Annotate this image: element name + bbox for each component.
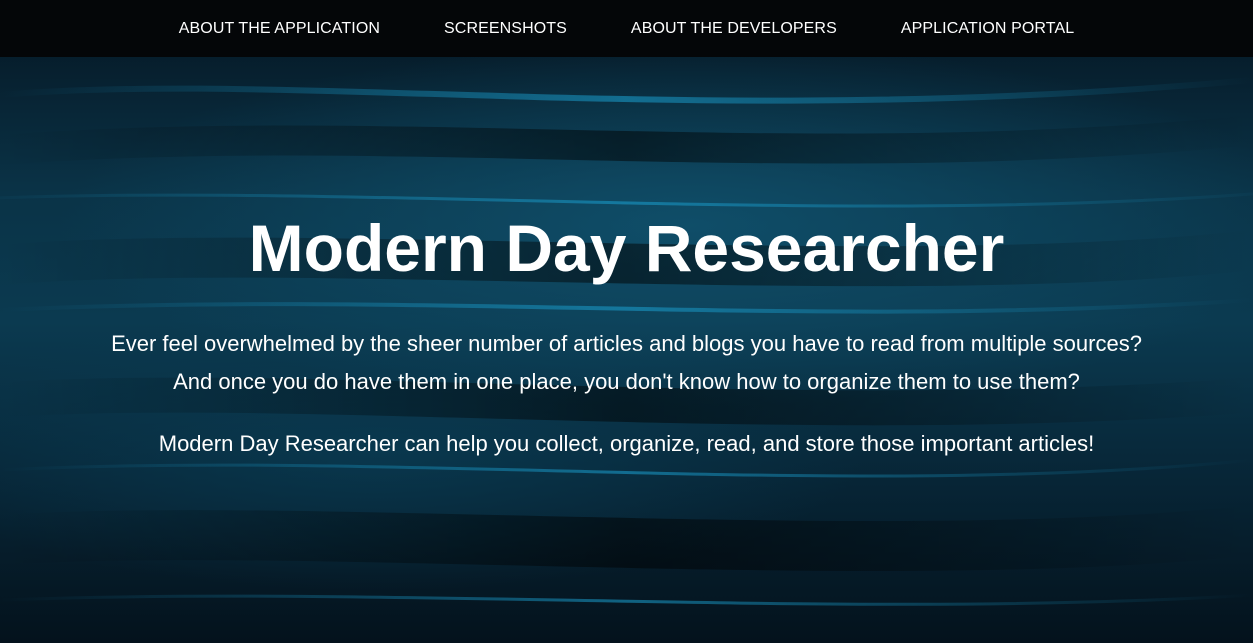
nav-link-about-the-application[interactable]: ABOUT THE APPLICATION (179, 20, 380, 38)
nav-link-screenshots[interactable]: SCREENSHOTS (444, 20, 567, 38)
top-navbar: ABOUT THE APPLICATION SCREENSHOTS ABOUT … (0, 0, 1253, 57)
page-title: Modern Day Researcher (248, 211, 1005, 285)
hero-background-image (0, 0, 1253, 643)
hero-intro: Ever feel overwhelmed by the sheer numbe… (40, 325, 1213, 401)
nav-link-about-the-developers[interactable]: ABOUT THE DEVELOPERS (631, 20, 837, 38)
intro-line-1: Ever feel overwhelmed by the sheer numbe… (111, 331, 1142, 356)
nav-link-application-portal[interactable]: APPLICATION PORTAL (901, 20, 1074, 38)
intro-line-2: And once you do have them in one place, … (173, 369, 1080, 394)
hero-tagline: Modern Day Researcher can help you colle… (158, 431, 1095, 456)
page: ABOUT THE APPLICATION SCREENSHOTS ABOUT … (0, 0, 1253, 643)
